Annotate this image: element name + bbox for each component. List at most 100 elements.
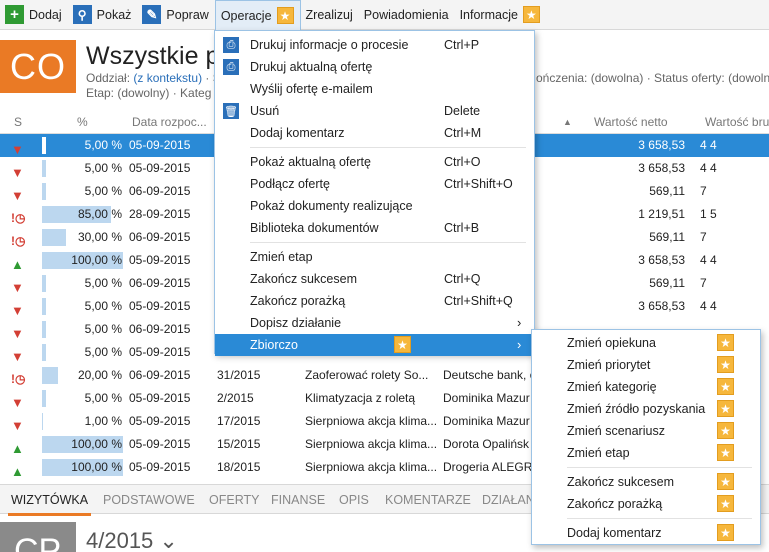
menu-item[interactable]: ⎙ Drukuj informacje o procesie Ctrl+P [215,34,534,56]
menu-item[interactable]: Biblioteka dokumentów Ctrl+B [215,217,534,239]
name-cell: Sierpniowa akcja klima... [305,460,438,474]
menu-item[interactable]: Zmień etap [215,246,534,268]
clock-alert-icon: !◷ [11,211,26,225]
tab-finance[interactable]: FINANSE [271,493,325,507]
tab-actions[interactable]: DZIAŁAN [482,493,535,507]
net-value-cell: 3 658,53 [638,299,685,313]
filter-line-2[interactable]: Etap: (dowolny) · Kateg [86,86,211,100]
tab-business-card[interactable]: WIZYTÓWKA [7,493,92,516]
star-icon[interactable]: ★ [717,422,734,439]
progress-cell: 1,00 % [42,413,122,430]
menu-item[interactable]: Podłącz ofertę Ctrl+Shift+O [215,173,534,195]
menu-item[interactable]: Wyślij ofertę e-mailem [215,78,534,100]
tab-comments[interactable]: KOMENTARZE [385,493,471,507]
progress-cell: 20,00 % [42,367,123,384]
menu-item[interactable]: Zakończ porażką Ctrl+Shift+Q [215,290,534,312]
gross-value-cell: 7 [700,276,707,290]
menu-item[interactable]: Dopisz działanie › [215,312,534,334]
menu-item-label: Dopisz działanie [250,316,342,330]
star-icon[interactable]: ★ [717,356,734,373]
add-button[interactable]: + Dodaj [0,0,68,30]
menu-item[interactable]: Zakończ sukcesem Ctrl+Q [215,268,534,290]
submenu-item-label: Zakończ porażką [567,497,663,511]
submenu-item[interactable]: Dodaj komentarz ★ [532,522,760,544]
filter-line-right[interactable]: ończenia: (dowolna) · Status oferty: (do… [536,71,769,85]
star-icon[interactable]: ★ [717,495,734,512]
notifications-menu-button[interactable]: Powiadomienia [359,0,455,30]
star-icon[interactable]: ★ [717,524,734,541]
menu-item-label: Biblioteka dokumentów [250,221,379,235]
name-cell: Sierpniowa akcja klima... [305,437,438,451]
progress-cell: 5,00 % [42,160,123,177]
submenu-item[interactable]: Zmień opiekuna ★ [532,332,760,354]
submenu-item[interactable]: Zmień etap ★ [532,442,760,464]
edit-button[interactable]: ✎ Popraw [137,0,214,30]
menu-item[interactable]: Dodaj komentarz Ctrl+M [215,122,534,144]
column-gross-value[interactable]: Wartość bru [705,115,769,129]
progress-cell: 5,00 % [42,183,123,200]
realize-menu-button[interactable]: Zrealizuj [301,0,359,30]
progress-bar [42,321,47,338]
star-icon: ★ [522,6,540,23]
menu-item[interactable]: ⎙ Drukuj aktualną ofertę [215,56,534,78]
net-value-cell: 3 658,53 [638,138,685,152]
gross-value-cell: 4 4 [700,138,717,152]
net-value-cell: 3 658,53 [638,253,685,267]
status-cell: ▲ [11,460,29,479]
thumb-down-icon: ▼ [11,142,24,157]
progress-cell: 5,00 % [42,321,123,338]
star-icon: ★ [394,336,411,353]
status-cell: !◷ [11,230,29,248]
start-date-cell: 05-09-2015 [129,460,191,474]
start-date-cell: 06-09-2015 [129,322,191,336]
detail-title[interactable]: 4/2015 ⌄ [86,528,178,552]
start-date-cell: 05-09-2015 [129,253,191,267]
star-icon[interactable]: ★ [717,473,734,490]
name-cell: Sierpniowa akcja klima... [305,414,438,428]
show-button[interactable]: ⚲ Pokaż [68,0,138,30]
menu-item-label: Zbiorczo [250,338,298,352]
menu-item-shortcut: Ctrl+P [444,38,480,52]
chevron-right-icon: › [517,337,522,352]
menu-item[interactable]: Zbiorczo ★ › [215,334,534,356]
information-menu-button[interactable]: Informacje ★ [455,0,546,30]
client-cell: Dominika Mazur [443,414,530,428]
number-cell: 31/2015 [217,368,261,382]
menu-item-shortcut: Ctrl+B [444,221,480,235]
submenu-item[interactable]: Zmień kategorię ★ [532,376,760,398]
submenu-item-label: Zakończ sukcesem [567,475,674,489]
status-cell: ▼ [11,391,29,410]
submenu-item[interactable]: Zmień priorytet ★ [532,354,760,376]
start-date-cell: 05-09-2015 [129,391,191,405]
number-cell: 2/2015 [217,391,254,405]
submenu-item[interactable]: Zmień scenariusz ★ [532,420,760,442]
menu-item[interactable]: 🗑 Usuń Delete [215,100,534,122]
menu-item[interactable]: Pokaż aktualną ofertę Ctrl+O [215,151,534,173]
star-icon[interactable]: ★ [717,334,734,351]
column-net-value[interactable]: Wartość netto [594,115,668,129]
tab-basic[interactable]: PODSTAWOWE [103,493,195,507]
operations-menu-button[interactable]: Operacje ★ [214,0,301,31]
menu-item-label: Pokaż aktualną ofertę [250,155,371,169]
branch-filter-link[interactable]: (z kontekstu) [133,71,202,85]
submenu-item-label: Zmień opiekuna [567,336,656,350]
star-icon[interactable]: ★ [717,400,734,417]
menu-item[interactable]: Pokaż dokumenty realizujące [215,195,534,217]
submenu-item[interactable]: Zmień źródło pozyskania ★ [532,398,760,420]
submenu-item[interactable]: Zakończ porażką ★ [532,493,760,515]
column-percent[interactable]: % [77,115,88,129]
menu-separator [250,242,526,243]
start-date-cell: 05-09-2015 [129,161,191,175]
column-status[interactable]: S [14,115,22,129]
column-start-date[interactable]: Data rozpoc... [132,115,207,129]
tab-offers[interactable]: OFERTY [209,493,259,507]
status-cell: ▲ [11,253,29,272]
plus-icon: + [5,5,24,24]
tab-description[interactable]: OPIS [339,493,369,507]
printer-icon: ⎙ [223,59,239,75]
star-icon[interactable]: ★ [717,378,734,395]
progress-cell: 5,00 % [42,275,123,292]
submenu-item[interactable]: Zakończ sukcesem ★ [532,471,760,493]
star-icon[interactable]: ★ [717,444,734,461]
status-cell: !◷ [11,207,29,225]
